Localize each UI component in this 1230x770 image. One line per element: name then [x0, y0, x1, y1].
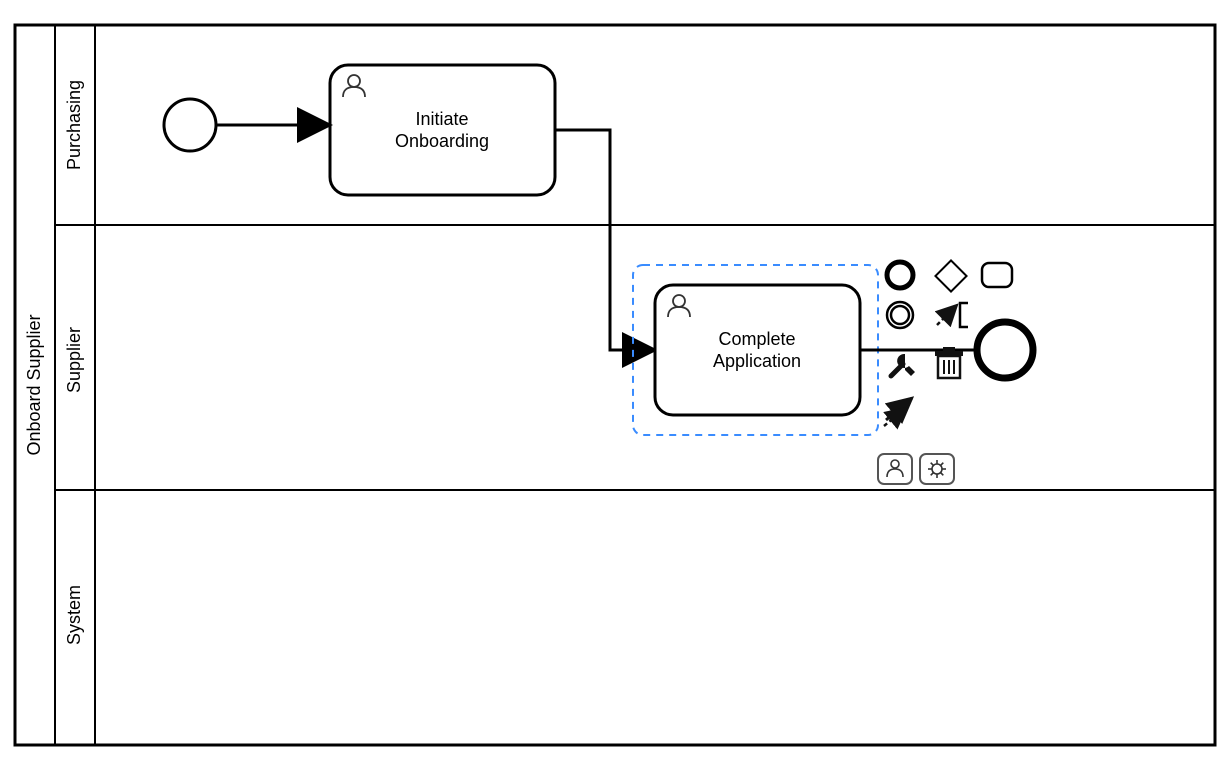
task-label: Initiate [415, 109, 468, 129]
lane-label: Purchasing [64, 80, 84, 170]
bpmn-diagram: Onboard Supplier Purchasing Supplier Sys… [0, 0, 1230, 770]
pool-title: Onboard Supplier [24, 314, 44, 455]
start-event[interactable] [164, 99, 216, 151]
lane-system[interactable]: System [64, 585, 84, 645]
task-label: Complete [718, 329, 795, 349]
task-label: Onboarding [395, 131, 489, 151]
lane-label: Supplier [64, 327, 84, 393]
task-complete-application[interactable]: Complete Application [633, 265, 878, 435]
trash-tool[interactable] [935, 347, 963, 378]
task-label: Application [713, 351, 801, 371]
task-initiate-onboarding[interactable]: Initiate Onboarding [330, 65, 555, 195]
end-event[interactable] [977, 322, 1033, 378]
lane-label: System [64, 585, 84, 645]
